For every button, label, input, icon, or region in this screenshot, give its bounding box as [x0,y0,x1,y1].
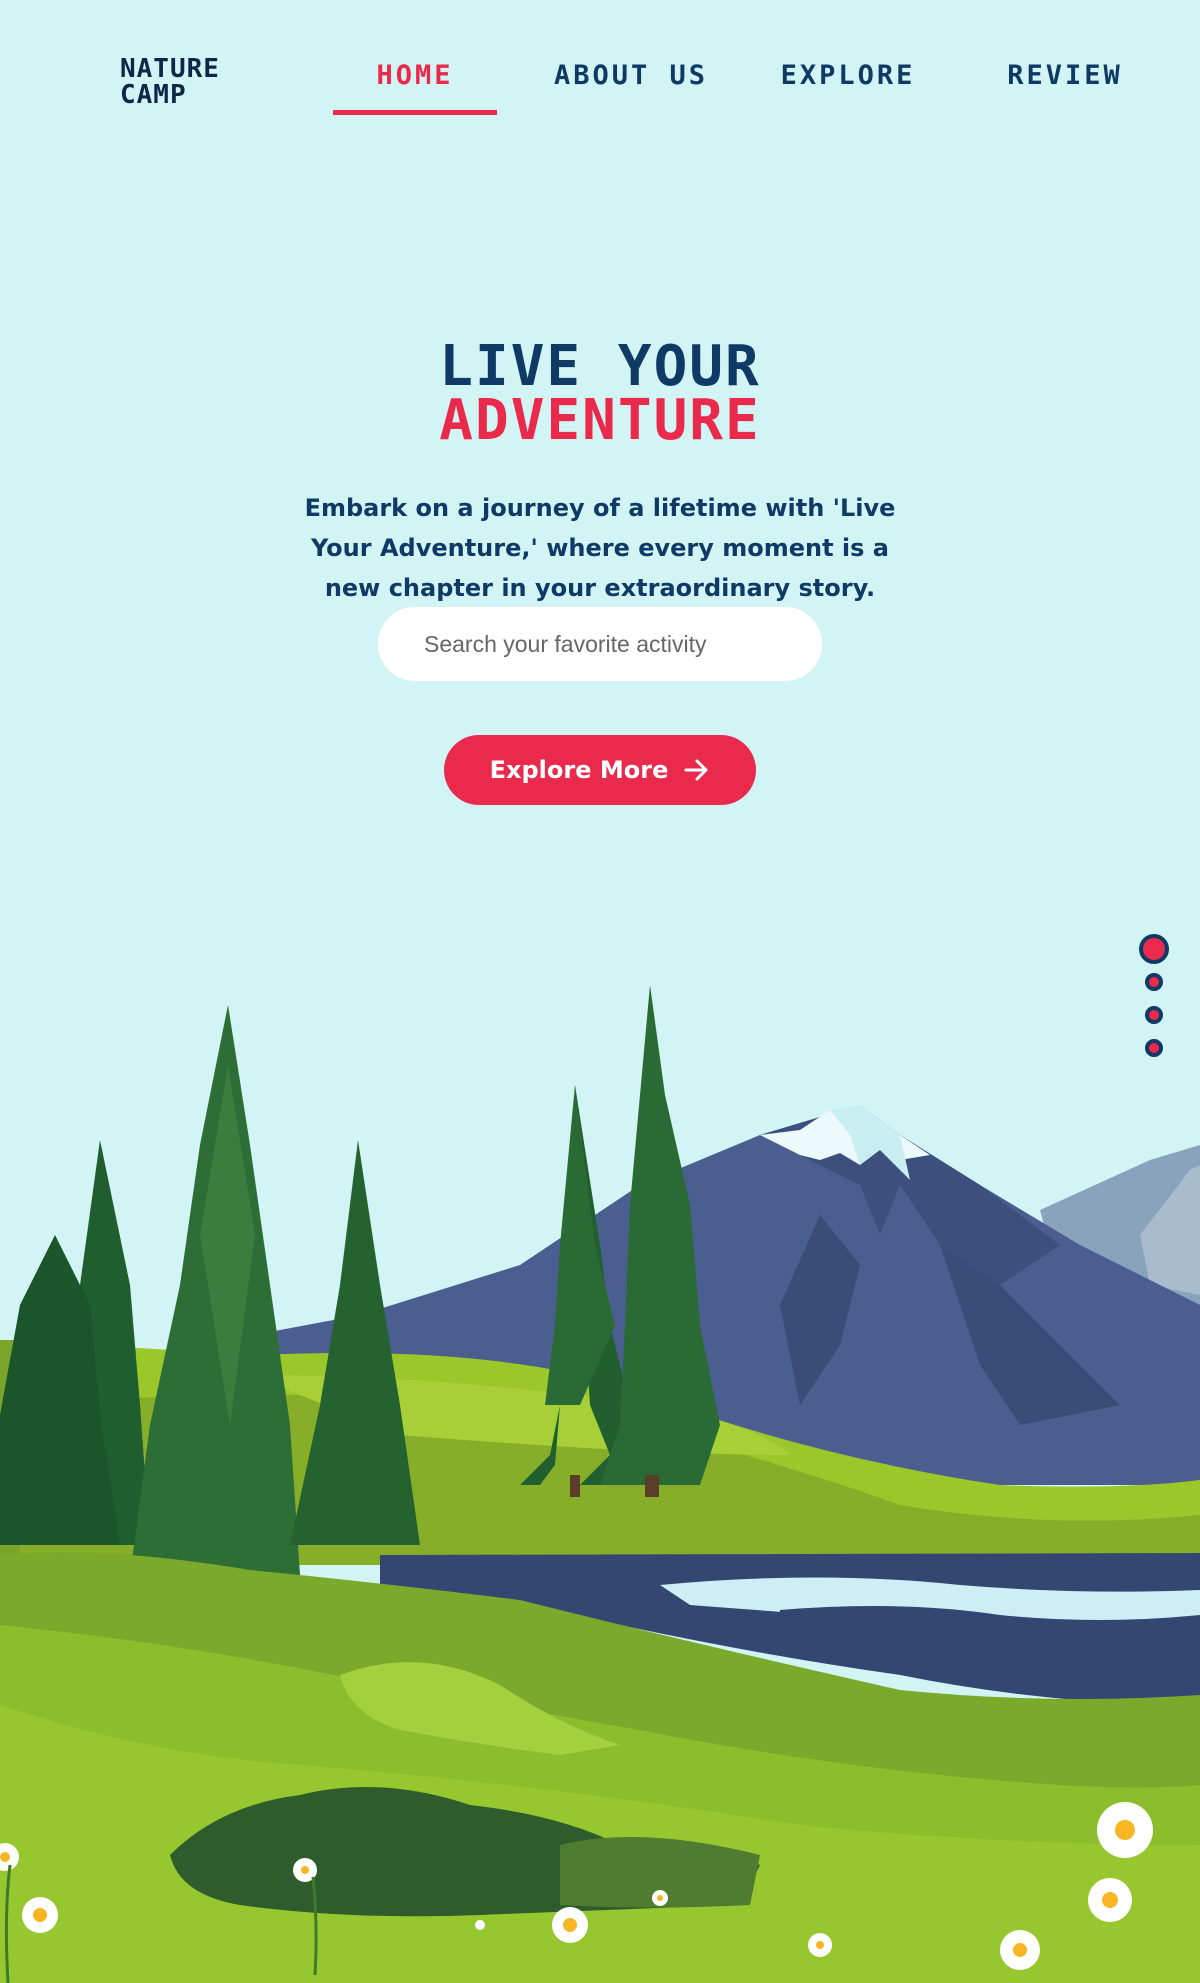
hero-description: Embark on a journey of a lifetime with '… [304,494,896,602]
nav-home[interactable]: Home [333,60,497,91]
nav-explore[interactable]: Explore [768,60,928,91]
hero-title-line-2: Adventure [439,388,761,453]
hero-title: Live Your Adventure [0,334,1200,453]
nav-review[interactable]: Review [995,60,1135,91]
landscape-illustration [0,985,1200,1983]
explore-more-label: Explore More [489,756,669,784]
arrow-right-icon [684,759,708,781]
active-nav-indicator [333,110,497,115]
explore-more-button[interactable]: Explore More [444,735,756,805]
hero-title-line-1: Live Your [439,334,761,399]
nav-about-us[interactable]: About Us [545,60,717,91]
search-input[interactable] [378,607,822,681]
site-logo[interactable]: Nature Camp [120,56,250,108]
slider-dot-1[interactable] [1139,934,1169,964]
site-header: Nature Camp Home About Us Explore Review [0,0,1200,130]
